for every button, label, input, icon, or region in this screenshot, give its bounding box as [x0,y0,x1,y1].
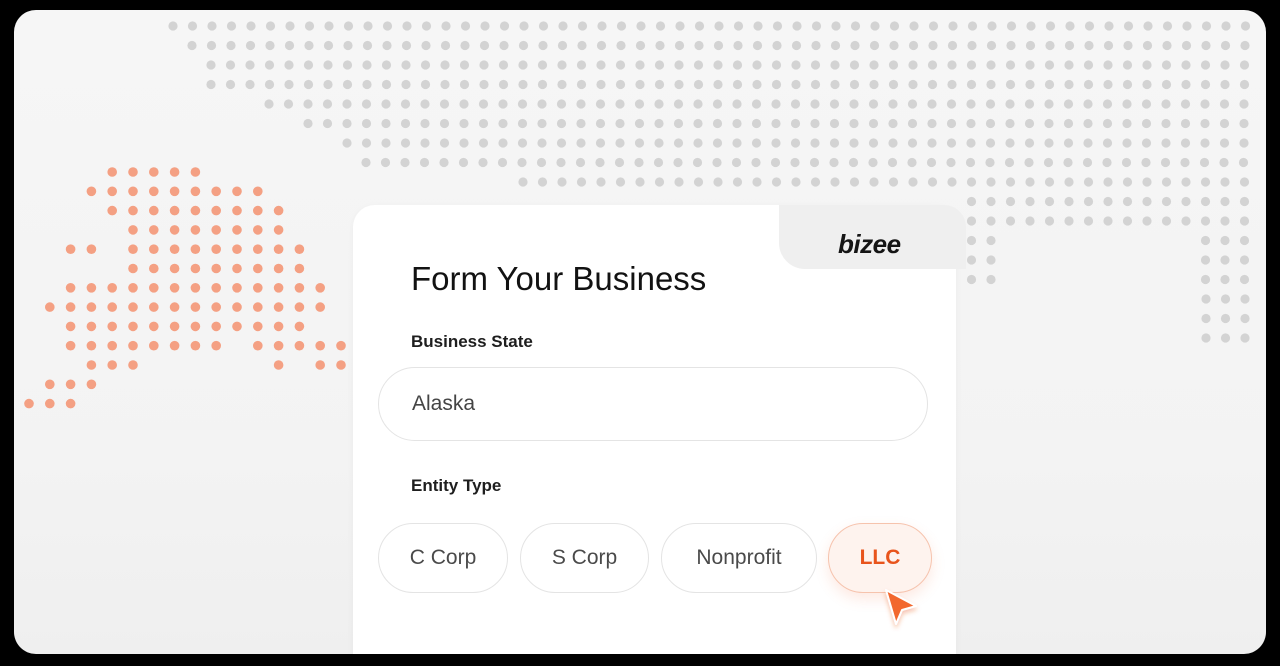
page-title: Form Your Business [411,260,707,297]
business-state-input[interactable]: Alaska [378,367,928,441]
app-frame: bizee Form Your Business Business State … [14,10,1266,654]
entity-option-nonprofit[interactable]: Nonprofit [661,523,817,593]
cursor-arrow-icon [885,589,917,625]
bizee-logo: bizee [838,229,901,259]
entity-option-s-corp[interactable]: S Corp [520,523,649,593]
entity-option-c-corp[interactable]: C Corp [378,523,508,593]
entity-type-label: Entity Type [411,476,502,495]
business-state-label: Business State [411,332,533,351]
entity-option-llc[interactable]: LLC [828,523,932,593]
business-state-value: Alaska [412,392,476,415]
